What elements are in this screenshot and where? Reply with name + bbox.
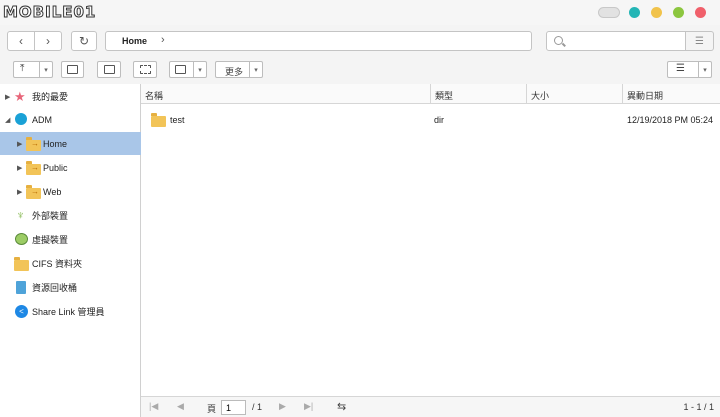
next-page-icon[interactable]: ▶	[279, 401, 286, 412]
more-button[interactable]: 更多 ▾	[215, 61, 263, 78]
file-name[interactable]: test	[170, 115, 185, 125]
window-yellow-button[interactable]	[651, 7, 662, 18]
refresh-icon: ↻	[78, 34, 90, 48]
move-to-folder-button[interactable]	[97, 61, 121, 78]
share-icon: <	[15, 305, 28, 318]
folder-icon	[26, 185, 41, 199]
window-teal-button[interactable]	[629, 7, 640, 18]
sidebar-item-label: 我的最愛	[32, 92, 69, 102]
window-green-button[interactable]	[673, 7, 684, 18]
page-number-input[interactable]	[221, 400, 246, 415]
column-header-name[interactable]: 名稱	[141, 84, 431, 104]
expand-arrow-icon[interactable]: ▶	[17, 164, 22, 172]
breadcrumb-home[interactable]: Home	[122, 36, 147, 46]
breadcrumb-chevron-icon[interactable]: ›	[161, 34, 165, 46]
column-header-type[interactable]: 類型	[431, 84, 527, 104]
view-dropdown-icon[interactable]: ▾	[698, 62, 711, 77]
collapse-arrow-icon[interactable]: ◢	[5, 116, 10, 124]
sidebar-item-recycle-bin[interactable]: 資源回收桶	[0, 276, 141, 299]
last-page-icon[interactable]: ▶|	[304, 401, 313, 412]
filter-list-icon: ☰	[695, 35, 704, 47]
title-bar: MOBILE01	[0, 0, 720, 25]
sidebar-item-adm[interactable]: ◢ ADM	[0, 108, 141, 131]
folder-icon	[26, 161, 41, 175]
window-pill-button[interactable]	[598, 7, 620, 18]
list-view-icon: ☰	[676, 63, 685, 74]
new-folder-icon	[67, 65, 78, 74]
sidebar-item-external-devices[interactable]: ♆ 外部裝置	[0, 204, 141, 227]
sidebar-item-public[interactable]: ▶ Public	[0, 156, 141, 179]
upload-button[interactable]: ⤒ ▾	[13, 61, 53, 78]
column-header-modified[interactable]: 異動日期	[623, 84, 720, 104]
monitor-icon	[175, 65, 186, 74]
folder-icon	[151, 113, 166, 127]
display-dropdown-icon[interactable]: ▾	[193, 62, 206, 77]
search-icon	[554, 36, 563, 45]
search-input[interactable]	[569, 35, 681, 47]
table-row[interactable]: test dir 12/19/2018 PM 05:24	[141, 109, 720, 129]
recycle-bin-icon	[16, 281, 26, 294]
sidebar-item-share-link[interactable]: < Share Link 管理員	[0, 300, 141, 323]
adm-logo-icon	[15, 113, 27, 125]
item-range: 1 - 1 / 1	[683, 402, 714, 412]
virtual-drive-icon	[15, 233, 28, 245]
window-close-button[interactable]	[695, 7, 706, 18]
sidebar-item-label: 虛擬裝置	[32, 235, 69, 245]
select-all-button[interactable]	[133, 61, 157, 78]
sidebar-item-label: Share Link 管理員	[32, 307, 105, 317]
prev-page-icon[interactable]: ◀	[177, 401, 184, 412]
select-all-icon	[139, 65, 151, 74]
sidebar-item-label: ADM	[32, 114, 52, 125]
sidebar-item-label: Home	[43, 138, 68, 149]
chevron-left-icon: ‹	[19, 34, 23, 48]
sidebar-item-favorites[interactable]: ▶ ★ 我的最愛	[0, 85, 141, 108]
usb-icon: ♆	[16, 208, 25, 222]
view-mode-button[interactable]: ☰ ▾	[667, 61, 712, 78]
search-options-button[interactable]: ☰	[686, 31, 714, 51]
sidebar-item-label: 外部裝置	[32, 211, 69, 221]
file-type: dir	[434, 115, 445, 125]
sidebar: ▶ ★ 我的最愛 ◢ ADM ▶ Home ▶ Public ▶ Web ♆ 外…	[0, 84, 141, 417]
file-modified: 12/19/2018 PM 05:24	[627, 115, 714, 125]
folder-icon	[14, 257, 29, 271]
watermark-logo: MOBILE01	[2, 3, 97, 22]
expand-arrow-icon[interactable]: ▶	[5, 93, 10, 101]
more-dropdown-icon[interactable]: ▾	[249, 62, 262, 77]
display-button[interactable]: ▾	[169, 61, 207, 78]
chevron-right-icon: ›	[46, 34, 50, 48]
pagination-bar: |◀ ◀ 頁 / 1 ▶ ▶| ⇆ 1 - 1 / 1	[141, 396, 720, 417]
page-total: / 1	[252, 402, 263, 412]
sidebar-item-virtual-devices[interactable]: 虛擬裝置	[0, 228, 141, 251]
sidebar-item-cifs[interactable]: CIFS 資料夾	[0, 252, 141, 275]
expand-arrow-icon[interactable]: ▶	[17, 188, 22, 196]
sidebar-item-label: Web	[43, 186, 62, 197]
page-label: 頁	[207, 404, 217, 414]
more-label: 更多	[225, 67, 244, 77]
folder-icon	[26, 137, 41, 151]
sidebar-item-web[interactable]: ▶ Web	[0, 180, 141, 203]
upload-icon: ⤒	[20, 63, 25, 74]
toolbar: ⤒ ▾ ▾ 更多 ▾ ☰ ▾	[0, 57, 720, 83]
path-bar[interactable]: Home ›	[105, 31, 532, 51]
refresh-button[interactable]: ↻	[71, 31, 97, 51]
sidebar-item-label: CIFS 資料夾	[32, 259, 83, 269]
file-list: 名稱 類型 大小 異動日期 test dir 12/19/2018 PM 05:…	[141, 84, 720, 417]
reload-pages-icon[interactable]: ⇆	[337, 400, 346, 413]
first-page-icon[interactable]: |◀	[149, 401, 158, 412]
sidebar-item-label: 資源回收桶	[32, 283, 78, 293]
upload-dropdown-icon[interactable]: ▾	[39, 62, 52, 77]
folder-move-icon	[103, 65, 115, 74]
forward-button[interactable]: ›	[34, 31, 62, 51]
expand-arrow-icon[interactable]: ▶	[17, 140, 22, 148]
sidebar-item-home[interactable]: ▶ Home	[0, 132, 141, 155]
star-icon: ★	[14, 89, 26, 104]
sidebar-item-label: Public	[43, 162, 68, 173]
new-folder-button[interactable]	[61, 61, 84, 78]
back-button[interactable]: ‹	[7, 31, 35, 51]
column-header-size[interactable]: 大小	[527, 84, 623, 104]
search-box[interactable]	[546, 31, 686, 51]
